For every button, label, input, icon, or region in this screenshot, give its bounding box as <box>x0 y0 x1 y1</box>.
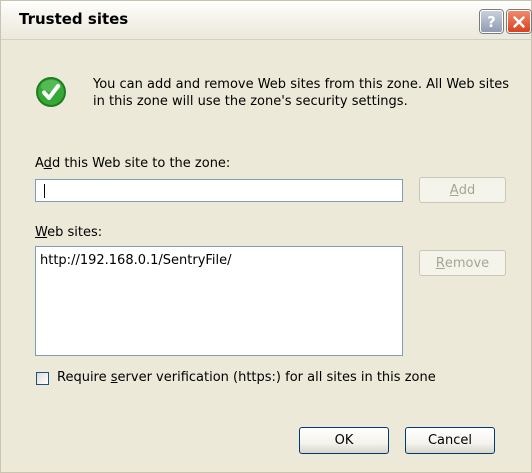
list-item[interactable]: http://192.168.0.1/SentryFile/ <box>40 253 232 268</box>
websites-label-rest: eb sites: <box>47 225 103 240</box>
trusted-sites-dialog: Trusted sites ? You can add and remove W… <box>0 0 532 473</box>
add-site-label-rest: d this Web site to the zone: <box>51 156 231 171</box>
add-site-input[interactable] <box>35 179 403 202</box>
add-button-rest: dd <box>458 182 476 198</box>
green-checkmark-icon <box>36 77 66 107</box>
remove-button-mnemonic: R <box>435 255 445 271</box>
cancel-button[interactable]: Cancel <box>405 427 495 454</box>
title-bar[interactable]: Trusted sites ? <box>1 1 531 40</box>
close-icon <box>513 15 525 28</box>
add-site-label-mnemonic: d <box>43 156 52 171</box>
close-button[interactable] <box>507 10 531 33</box>
websites-list[interactable]: http://192.168.0.1/SentryFile/ <box>35 246 403 356</box>
remove-button-rest: emove <box>444 255 490 271</box>
websites-label-mnemonic: W <box>35 225 48 240</box>
websites-label: Web sites: <box>35 225 102 240</box>
require-https-checkbox[interactable] <box>36 372 49 385</box>
info-text-line-1: You can add and remove Web sites from th… <box>93 77 510 92</box>
help-button[interactable]: ? <box>480 10 503 33</box>
require-https-label-prefix: Require <box>57 370 111 385</box>
require-https-label-rest: erver verification (https:) for all site… <box>117 370 436 385</box>
text-caret <box>44 184 45 198</box>
require-https-label-mnemonic: s <box>110 370 118 385</box>
help-icon: ? <box>487 12 496 31</box>
add-site-label-prefix: A <box>35 156 44 171</box>
info-text: You can add and remove Web sites from th… <box>93 76 523 110</box>
ok-button[interactable]: OK <box>299 427 389 454</box>
window-title: Trusted sites <box>19 10 129 28</box>
add-button-mnemonic: A <box>449 182 459 198</box>
remove-button[interactable]: Remove <box>419 250 506 276</box>
require-https-label[interactable]: Require server verification (https:) for… <box>57 370 436 385</box>
info-text-line-2: in this zone will use the zone's securit… <box>93 94 408 109</box>
add-button[interactable]: Add <box>419 177 506 203</box>
add-site-label: Add this Web site to the zone: <box>35 156 230 171</box>
